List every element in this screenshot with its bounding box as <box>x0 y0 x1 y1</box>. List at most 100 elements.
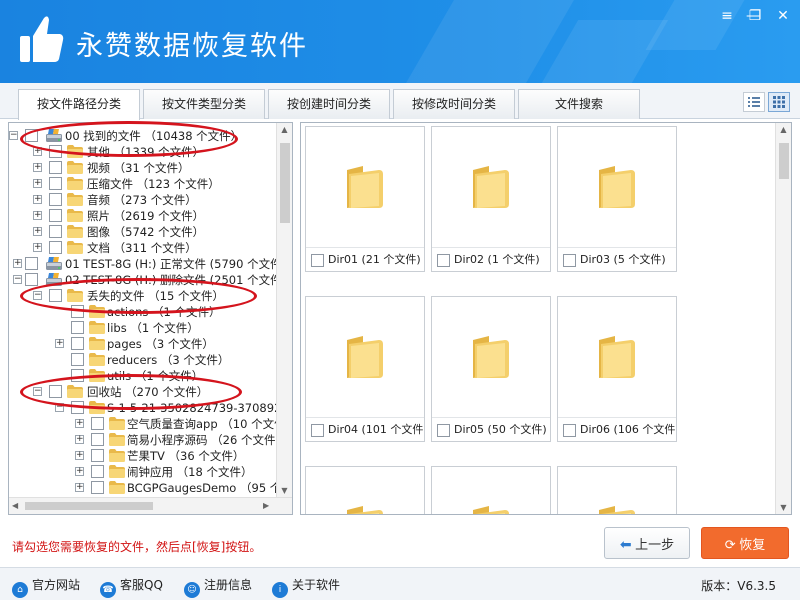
tree-checkbox[interactable] <box>91 433 104 446</box>
registration-info-link[interactable]: ☺ 注册信息 <box>184 576 252 598</box>
tree-checkbox[interactable] <box>71 337 84 350</box>
expand-icon[interactable]: + <box>75 467 84 476</box>
expand-icon[interactable]: + <box>33 195 42 204</box>
folder-caption: Dir06 (106 个文件) <box>558 417 676 442</box>
tree-node-label: reducers （3 个文件） <box>107 353 230 367</box>
folder-checkbox[interactable] <box>563 424 576 437</box>
tree-node[interactable]: + BCGPGaugesDemo （95 个文件） <box>9 480 292 496</box>
expand-icon[interactable]: + <box>33 227 42 236</box>
collapse-icon[interactable]: − <box>9 131 18 140</box>
tree-checkbox[interactable] <box>49 177 62 190</box>
tab-file-search[interactable]: 文件搜索 <box>518 89 640 119</box>
tree-checkbox[interactable] <box>25 257 38 270</box>
tree-node[interactable]: + 芒果TV （36 个文件） <box>9 448 279 464</box>
folder-card[interactable]: Dir03 (5 个文件) <box>557 126 677 272</box>
tree-node[interactable]: + 压缩文件 （123 个文件） <box>9 176 279 192</box>
tree-node-label: 文档 （311 个文件） <box>87 241 197 255</box>
expand-icon[interactable]: + <box>75 451 84 460</box>
previous-step-button[interactable]: ⬅ 上一步 <box>604 527 690 559</box>
grid-vertical-scrollbar[interactable]: ▲ ▼ <box>775 123 791 514</box>
folder-grid[interactable]: Dir01 (21 个文件) Dir02 (1 个文件) Dir03 (5 个文件)… <box>300 122 792 515</box>
about-software-link[interactable]: i 关于软件 <box>272 576 340 598</box>
official-website-link[interactable]: ⌂ 官方网站 <box>12 576 80 598</box>
tree-node-label: pages （3 个文件） <box>107 337 214 351</box>
tree-vertical-scrollbar[interactable]: ▲ ▼ <box>276 123 292 497</box>
folder-icon <box>109 433 125 446</box>
tree-node[interactable]: + 文档 （311 个文件） <box>9 240 279 256</box>
folder-tree[interactable]: −00 找到的文件 （10438 个文件） + 其他 （1339 个文件） + 视频 （… <box>8 122 293 515</box>
folder-icon <box>89 337 105 350</box>
folder-card[interactable] <box>431 466 551 514</box>
annotation-oval <box>20 121 238 157</box>
tree-node[interactable]: + pages （3 个文件） <box>9 336 279 352</box>
folder-icon <box>432 297 550 417</box>
tab-by-path[interactable]: 按文件路径分类 <box>18 89 140 120</box>
tree-node[interactable]: + 视频 （31 个文件） <box>9 160 279 176</box>
maximize-icon[interactable]: ❐ <box>744 6 766 26</box>
folder-checkbox[interactable] <box>311 424 324 437</box>
tree-checkbox[interactable] <box>91 417 104 430</box>
tab-bar: 按文件路径分类 按文件类型分类 按创建时间分类 按修改时间分类 文件搜索 <box>0 83 800 120</box>
folder-caption: Dir03 (5 个文件) <box>558 247 676 272</box>
tree-checkbox[interactable] <box>49 161 62 174</box>
tree-checkbox[interactable] <box>49 225 62 238</box>
tree-checkbox[interactable] <box>91 449 104 462</box>
expand-icon[interactable]: + <box>33 163 42 172</box>
tree-checkbox[interactable] <box>71 353 84 366</box>
tree-horizontal-scrollbar[interactable]: ◀ ▶ <box>9 497 292 514</box>
tree-node[interactable]: + 音频 （273 个文件） <box>9 192 279 208</box>
tree-node[interactable]: + 图像 （5742 个文件） <box>9 224 279 240</box>
customer-service-link[interactable]: ☎ 客服QQ <box>100 576 163 598</box>
close-icon[interactable]: ✕ <box>772 6 794 26</box>
tree-node[interactable]: +01 TEST-8G (H:) 正常文件 (5790 个文件) <box>9 256 286 272</box>
user-icon: ☺ <box>184 582 200 598</box>
expand-icon[interactable]: + <box>55 339 64 348</box>
folder-checkbox[interactable] <box>563 254 576 267</box>
folder-icon <box>67 193 83 206</box>
tab-by-created[interactable]: 按创建时间分类 <box>268 89 390 119</box>
tree-checkbox[interactable] <box>49 209 62 222</box>
folder-checkbox[interactable] <box>437 254 450 267</box>
folder-checkbox[interactable] <box>311 254 324 267</box>
tree-node[interactable]: + 照片 （2619 个文件） <box>9 208 279 224</box>
tree-node[interactable]: libs （1 个文件） <box>9 320 279 336</box>
tree-checkbox[interactable] <box>91 481 104 494</box>
expand-icon[interactable]: + <box>33 243 42 252</box>
expand-icon[interactable]: + <box>33 179 42 188</box>
list-view-icon[interactable] <box>743 92 765 112</box>
recover-button[interactable]: ⟳ 恢复 <box>701 527 789 559</box>
tree-checkbox[interactable] <box>49 241 62 254</box>
tree-node-label: libs （1 个文件） <box>107 321 199 335</box>
expand-icon[interactable]: + <box>75 483 84 492</box>
folder-card[interactable] <box>557 466 677 514</box>
tab-by-modified[interactable]: 按修改时间分类 <box>393 89 515 119</box>
folder-card[interactable] <box>305 466 425 514</box>
folder-card[interactable]: Dir04 (101 个文件) <box>305 296 425 442</box>
tree-node[interactable]: + 简易小程序源码 （26 个文件） <box>9 432 287 448</box>
tree-node-label: 音频 （273 个文件） <box>87 193 197 207</box>
expand-icon[interactable]: + <box>75 419 84 428</box>
folder-card[interactable]: Dir01 (21 个文件) <box>305 126 425 272</box>
folder-icon <box>67 161 83 174</box>
folder-checkbox[interactable] <box>437 424 450 437</box>
tree-checkbox[interactable] <box>91 465 104 478</box>
tree-node[interactable]: + 空气质量查询app （10 个文件） <box>9 416 292 432</box>
folder-card[interactable]: Dir05 (50 个文件) <box>431 296 551 442</box>
tab-by-type[interactable]: 按文件类型分类 <box>143 89 265 119</box>
expand-icon[interactable]: + <box>75 435 84 444</box>
grid-view-icon[interactable] <box>768 92 790 112</box>
tree-node[interactable]: reducers （3 个文件） <box>9 352 279 368</box>
expand-icon[interactable]: + <box>13 259 22 268</box>
folder-card[interactable]: Dir06 (106 个文件) <box>557 296 677 442</box>
tree-checkbox[interactable] <box>25 273 38 286</box>
expand-icon[interactable]: + <box>33 211 42 220</box>
folder-card[interactable]: Dir02 (1 个文件) <box>431 126 551 272</box>
folder-icon <box>558 297 676 417</box>
arrow-left-icon: ⬅ <box>619 535 632 552</box>
folder-icon <box>67 225 83 238</box>
menu-icon[interactable]: ≡ <box>716 6 738 26</box>
tree-checkbox[interactable] <box>71 321 84 334</box>
tree-node[interactable]: + 闹钟应用 （18 个文件） <box>9 464 279 480</box>
collapse-icon[interactable]: − <box>13 275 22 284</box>
tree-checkbox[interactable] <box>49 193 62 206</box>
